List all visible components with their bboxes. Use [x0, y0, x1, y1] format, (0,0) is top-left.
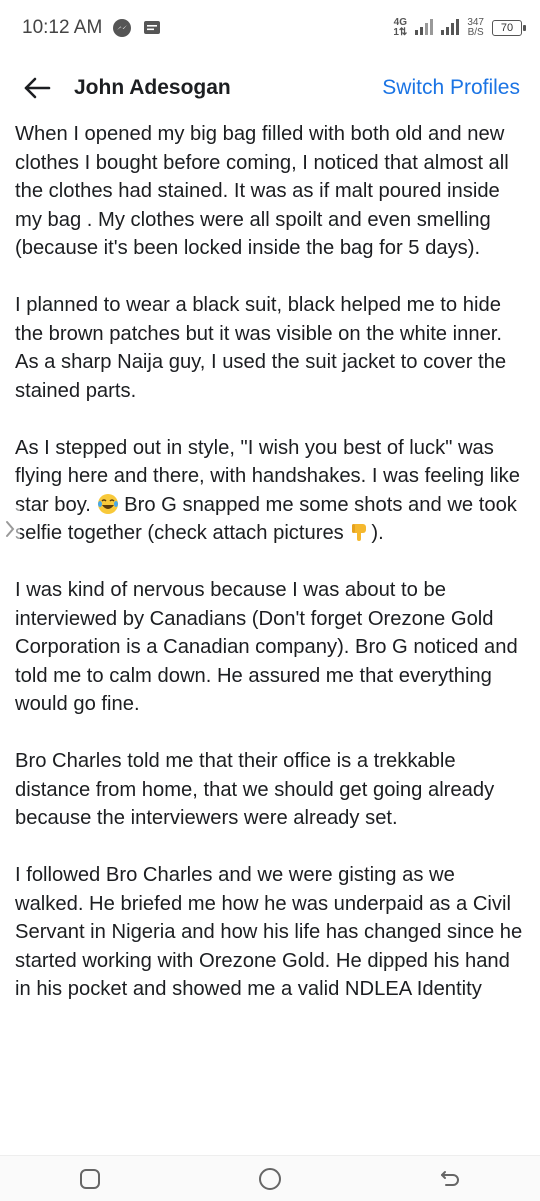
post-content[interactable]: When I opened my big bag filled with bot… — [0, 120, 540, 1155]
system-nav-bar — [0, 1155, 540, 1201]
switch-profiles-button[interactable]: Switch Profiles — [382, 76, 520, 100]
page-title: John Adesogan — [74, 76, 231, 99]
battery-icon: 70 — [492, 20, 526, 36]
back-arrow-icon — [24, 77, 51, 99]
post-paragraph: I followed Bro Charles and we were gisti… — [15, 864, 523, 1000]
post-paragraph-with-emoji: As I stepped out in style, "I wish you b… — [15, 434, 524, 548]
pointing-down-emoji-icon — [349, 521, 371, 543]
post-text-part: ). — [371, 522, 384, 544]
post-paragraph: I was kind of nervous because I was abou… — [15, 579, 518, 715]
home-icon — [259, 1167, 281, 1190]
network-speed: 347 B/S — [467, 18, 484, 38]
recents-button[interactable] — [70, 1159, 110, 1199]
message-icon — [142, 18, 162, 38]
recents-icon — [80, 1168, 100, 1189]
home-button[interactable] — [250, 1159, 290, 1199]
messenger-icon — [112, 18, 132, 38]
chevron-right-icon — [6, 521, 15, 537]
signal-icon-2 — [441, 18, 460, 38]
post-paragraph: Bro Charles told me that their office is… — [15, 750, 495, 829]
status-right: 4G 1⇅ 347 B/S 70 — [393, 18, 526, 38]
back-button[interactable] — [430, 1159, 470, 1199]
back-icon — [441, 1170, 459, 1186]
battery-level: 70 — [500, 22, 514, 34]
app-header: John Adesogan Switch Profiles — [0, 56, 540, 120]
signal-icon — [415, 18, 434, 38]
side-back-gesture[interactable] — [0, 505, 20, 553]
status-bar: 10:12 AM 4G 1⇅ 347 B/S 70 — [0, 0, 540, 56]
post-paragraph: When I opened my big bag filled with bot… — [15, 123, 509, 259]
network-indicator: 4G 1⇅ — [393, 18, 407, 38]
back-arrow-button[interactable] — [20, 71, 54, 105]
status-time: 10:12 AM — [22, 17, 103, 38]
post-paragraph: I planned to wear a black suit, black he… — [15, 294, 507, 402]
status-left: 10:12 AM — [22, 17, 162, 39]
laughing-tears-emoji-icon — [97, 493, 119, 515]
network-sub: 1⇅ — [393, 27, 408, 38]
speed-unit: B/S — [467, 27, 484, 38]
